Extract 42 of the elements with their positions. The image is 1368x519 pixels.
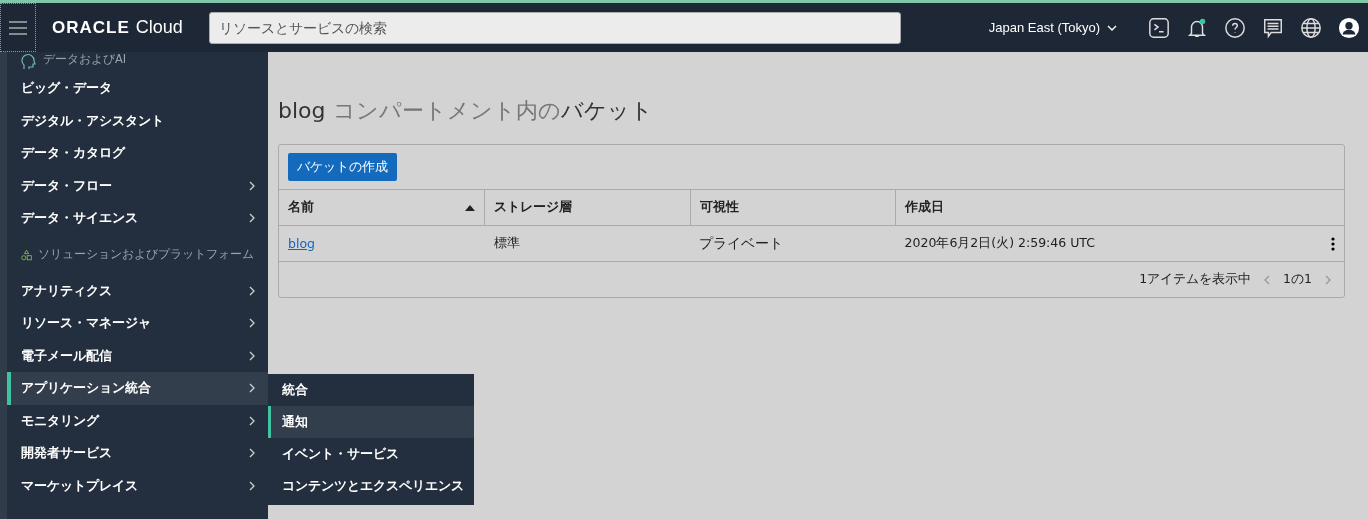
column-header[interactable]: 可視性 <box>690 189 896 226</box>
column-header[interactable]: ストレージ層 <box>484 189 691 226</box>
nav-item[interactable]: モニタリング <box>7 404 268 437</box>
nav-item[interactable]: アプリケーション統合 <box>7 372 268 405</box>
nav-item[interactable]: リソース・マネージャ <box>7 307 268 340</box>
head-icon <box>21 52 37 70</box>
submenu-item[interactable]: イベント・サービス <box>268 438 474 470</box>
submenu-item[interactable]: コンテンツとエクスペリエンス <box>268 470 474 502</box>
table-cell: プライベート <box>690 225 896 262</box>
bucket-link[interactable]: blog <box>288 236 315 251</box>
nav-item[interactable]: 開発者サービス <box>7 437 268 470</box>
section-heading: データおよびAI <box>43 52 127 67</box>
section-heading: ソリューションおよびプラットフォーム <box>38 247 254 262</box>
nav-item[interactable]: データ・フロー <box>7 169 268 202</box>
table-cell: 2020年6月2日(火) 2:59:46 UTC <box>904 235 1095 252</box>
nav-item[interactable]: デジタル・アシスタント <box>7 104 268 137</box>
create-bucket-button[interactable]: バケットの作成 <box>288 153 397 181</box>
terminal-icon[interactable] <box>1147 15 1171 40</box>
table-cell: 標準 <box>484 225 691 262</box>
nav-item[interactable]: データ・カタログ <box>7 137 268 170</box>
page-indicator: 1の1 <box>1283 271 1312 288</box>
nav-item[interactable]: ビッグ・データ <box>7 72 268 105</box>
column-header[interactable]: 名前 <box>279 189 485 226</box>
globe-icon[interactable] <box>1299 15 1323 40</box>
submenu-item[interactable]: 通知 <box>268 406 474 438</box>
logo: ORACLE <box>52 18 130 38</box>
item-count: 1アイテムを表示中 <box>1139 271 1252 288</box>
search-field[interactable]: リソースとサービスの検索 <box>208 11 901 44</box>
nav-item[interactable]: 電子メール配信 <box>7 339 268 372</box>
column-header[interactable]: 作成日 <box>895 189 1344 226</box>
nav-item[interactable]: マーケットプレイス <box>7 469 268 502</box>
sort-up-icon <box>465 204 476 211</box>
menu-icon <box>9 20 27 35</box>
user-avatar-icon[interactable] <box>1337 15 1361 40</box>
submenu-item[interactable]: 統合 <box>268 374 474 406</box>
nav-item[interactable]: データ・サイエンス <box>7 202 268 235</box>
nav-item[interactable]: アナリティクス <box>7 274 268 307</box>
region-selector[interactable]: Japan East (Tokyo) <box>982 18 1126 37</box>
more-icon[interactable] <box>1331 236 1335 251</box>
page-title: blog コンパートメント内のバケット <box>278 97 654 125</box>
help-icon[interactable] <box>1223 15 1247 40</box>
product-name: Cloud <box>135 17 183 38</box>
